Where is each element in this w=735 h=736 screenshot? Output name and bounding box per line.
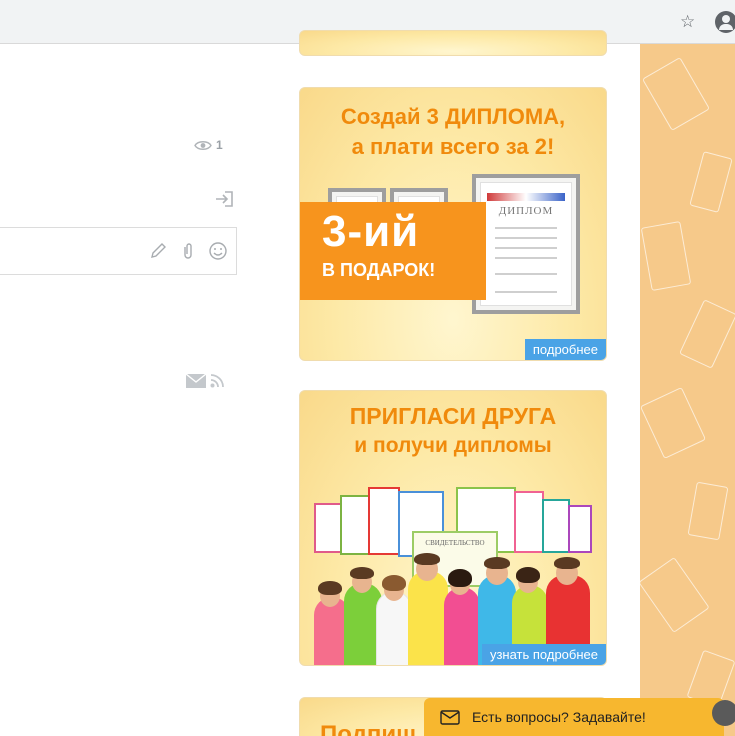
ad-banner-invite-friend[interactable]: ПРИГЛАСИ ДРУГА и получи дипломы СВИДЕТЕЛ…	[299, 390, 607, 666]
comment-input[interactable]	[0, 227, 237, 275]
account-icon[interactable]	[715, 11, 735, 33]
chat-widget-label: Есть вопросы? Задавайте!	[472, 709, 646, 725]
ad-banner-previous[interactable]	[299, 30, 607, 56]
smiley-icon[interactable]	[208, 241, 228, 261]
chat-widget-button[interactable]: Есть вопросы? Задавайте!	[424, 698, 724, 736]
ad2-title-line2: и получи дипломы	[354, 434, 552, 457]
ad1-title-line1: Создай 3 ДИПЛОМА,	[340, 104, 566, 129]
certificate-image: ДИПЛОМ	[472, 174, 580, 314]
promo-gift-badge: 3-ий В ПОДАРОК!	[300, 202, 486, 300]
mail-icon[interactable]	[186, 374, 206, 388]
comment-toolbar	[148, 241, 228, 261]
rss-icon[interactable]	[210, 374, 224, 388]
certificate-heading: ДИПЛОМ	[498, 205, 554, 217]
chat-close-icon[interactable]	[712, 700, 735, 726]
login-icon[interactable]	[214, 190, 234, 208]
subscribe-icons	[186, 374, 224, 388]
ads-sidebar: Создай 3 ДИПЛОМА, а плати всего за 2! ДИ…	[290, 30, 640, 736]
ad1-more-link[interactable]: подробнее	[524, 339, 606, 360]
post-content-area: 1	[0, 44, 290, 736]
pencil-icon[interactable]	[148, 241, 168, 261]
promo-small-text: В ПОДАРОК!	[322, 260, 436, 280]
bookmark-star-icon[interactable]: ☆	[680, 12, 695, 32]
ad2-title-line1: ПРИГЛАСИ ДРУГА	[349, 403, 557, 429]
view-counter: 1	[194, 138, 223, 152]
ad1-title-line2: а плати всего за 2!	[351, 134, 555, 159]
ad-banner-diplomas-offer[interactable]: Создай 3 ДИПЛОМА, а плати всего за 2! ДИ…	[299, 87, 607, 361]
page-background-pattern	[640, 44, 735, 736]
view-count: 1	[216, 138, 223, 152]
chat-bubble-icon	[440, 709, 460, 725]
ad2-more-link[interactable]: узнать подробнее	[481, 644, 606, 665]
paperclip-icon[interactable]	[178, 241, 198, 261]
eye-icon	[194, 140, 212, 150]
promo-big-text: 3-ий	[322, 207, 420, 256]
